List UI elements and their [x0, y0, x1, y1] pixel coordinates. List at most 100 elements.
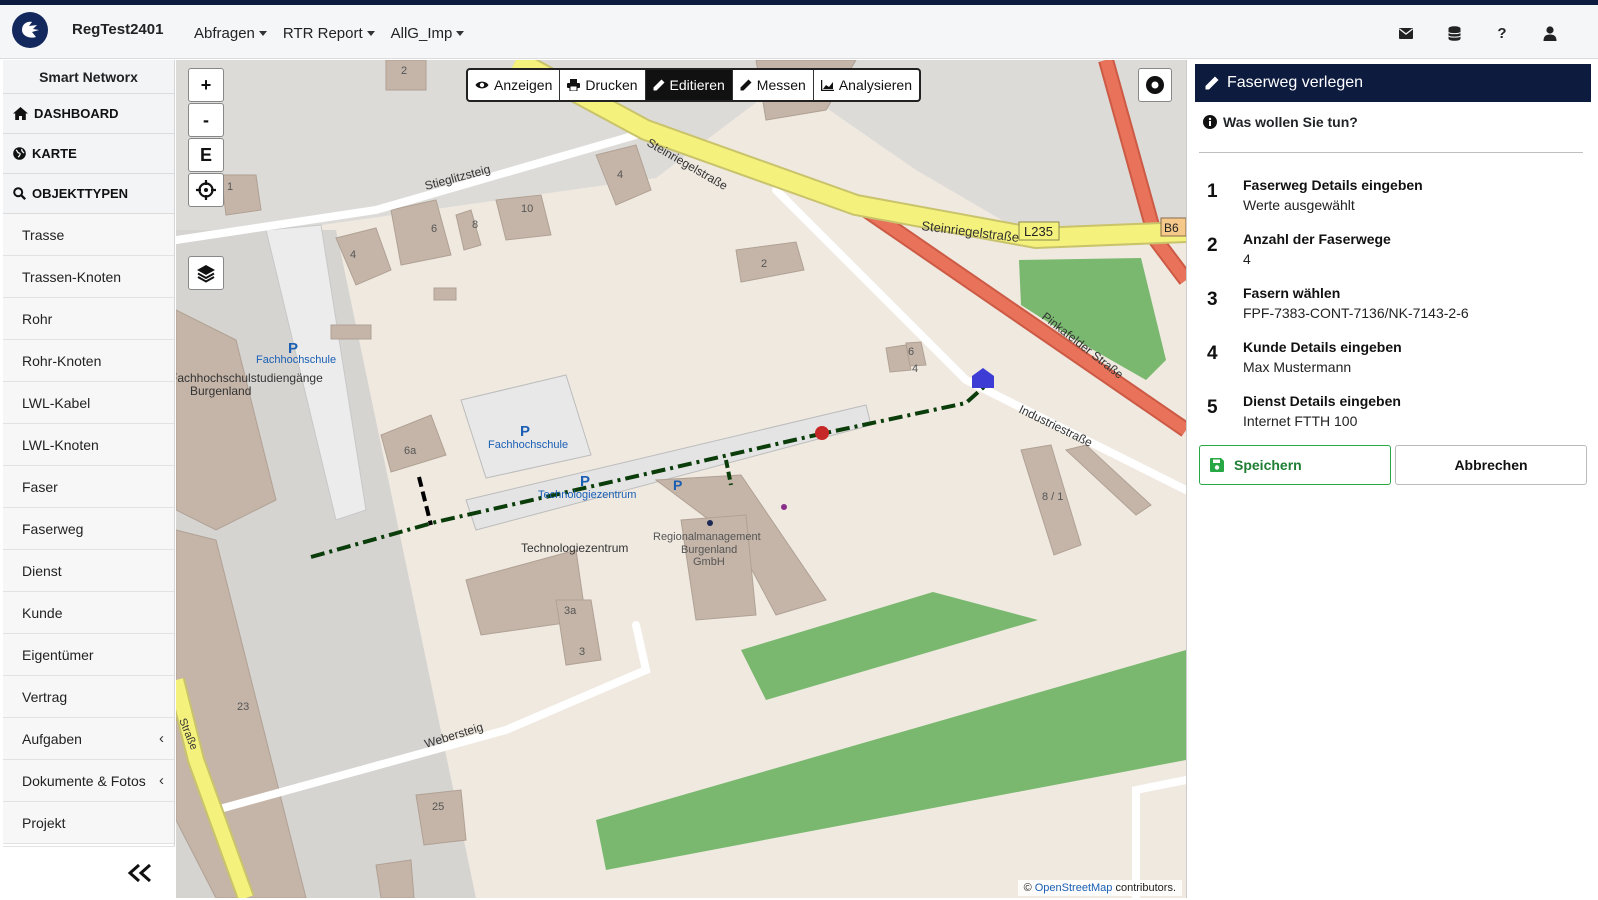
- sidebar-item-trassen-knoten[interactable]: Trassen-Knoten: [3, 256, 174, 298]
- sidebar-item-dashboard[interactable]: DASHBOARD: [3, 94, 174, 134]
- toolbar-drucken-button[interactable]: Drucken: [560, 70, 646, 100]
- map-canvas[interactable]: Steinriegelstraße Steinriegelstraße L235…: [176, 60, 1186, 898]
- sidebar-item-rohr[interactable]: Rohr: [3, 298, 174, 340]
- sidebar-item-kunde[interactable]: Kunde: [3, 592, 174, 634]
- sidebar-item-aufgaben[interactable]: Aufgaben ‹: [3, 718, 174, 760]
- step-value: Internet FTTH 100: [1243, 413, 1358, 429]
- record-location-button[interactable]: [1138, 68, 1172, 102]
- nav-abfragen[interactable]: Abfragen: [194, 25, 267, 42]
- customer-marker[interactable]: [815, 426, 829, 440]
- house-number: 4: [617, 169, 623, 181]
- zoom-in-button[interactable]: +: [188, 68, 224, 102]
- poi-marker: [707, 520, 713, 526]
- database-icon[interactable]: [1442, 23, 1466, 43]
- sidebar-item-lwl-kabel[interactable]: LWL-Kabel: [3, 382, 174, 424]
- sidebar-item-projekt[interactable]: Projekt: [3, 802, 174, 844]
- poi-marker: [781, 504, 787, 510]
- park: [596, 650, 1186, 870]
- extent-button[interactable]: E: [188, 138, 224, 172]
- step-number: 1: [1207, 181, 1218, 202]
- poi-label: Technologiezentrum: [538, 489, 636, 501]
- osm-link[interactable]: OpenStreetMap: [1035, 882, 1113, 894]
- attribution-prefix: ©: [1023, 882, 1032, 894]
- step-title: Fasern wählen: [1243, 285, 1341, 301]
- step-value: Werte ausgewählt: [1243, 197, 1355, 213]
- toolbar-anzeigen-button[interactable]: Anzeigen: [468, 70, 561, 100]
- sidebar-item-vertrag[interactable]: Vertrag: [3, 676, 174, 718]
- sidebar-collapse-button[interactable]: [3, 846, 175, 898]
- sidebar-item-lwl-knoten[interactable]: LWL-Knoten: [3, 424, 174, 466]
- panel-question: Was wollen Sie tun?: [1203, 114, 1358, 130]
- road-shield-label: B6: [1164, 221, 1179, 235]
- ruler-icon: [740, 79, 752, 91]
- toolbar-analysieren-button[interactable]: Analysieren: [814, 70, 919, 100]
- house-number: 6: [431, 223, 437, 235]
- app-header: RegTest2401 Abfragen RTR Report AllG_Imp…: [0, 5, 1598, 59]
- house-number: 10: [521, 203, 533, 215]
- house-number: 25: [432, 801, 444, 813]
- locate-me-button[interactable]: [188, 173, 224, 207]
- envelope-icon[interactable]: [1394, 23, 1418, 43]
- save-button[interactable]: Speichern: [1199, 445, 1391, 485]
- sidebar-item-label: OBJEKTTYPEN: [32, 186, 129, 201]
- toolbar-messen-button[interactable]: Messen: [733, 70, 814, 100]
- sidebar-item-label: Projekt: [22, 814, 66, 831]
- zoom-out-button[interactable]: -: [188, 103, 224, 137]
- house-number: 8 / 1: [1042, 491, 1063, 503]
- sidebar-item-label: Aufgaben: [22, 730, 82, 747]
- sidebar-item-label: Faserweg: [22, 520, 84, 537]
- sidebar-item-trasse[interactable]: Trasse: [3, 214, 174, 256]
- chevron-left-icon: ‹: [159, 730, 164, 747]
- app-title: RegTest2401: [72, 21, 164, 38]
- house-number: 2: [401, 65, 407, 77]
- step-title: Dienst Details eingeben: [1243, 393, 1401, 409]
- nav-allg-imp[interactable]: AllG_Imp: [391, 25, 465, 42]
- sidebar-item-label: Rohr: [22, 310, 53, 327]
- sidebar-item-karte[interactable]: KARTE: [3, 134, 174, 174]
- sidebar-item-eigentuemer[interactable]: Eigentümer: [3, 634, 174, 676]
- nav-label: Abfragen: [194, 25, 255, 42]
- house-number: 3a: [564, 605, 577, 617]
- sidebar-item-label: Dokumente & Fotos: [22, 772, 146, 789]
- parking-symbol: P: [580, 473, 590, 490]
- nav-rtr-report[interactable]: RTR Report: [283, 25, 375, 42]
- sidebar-item-faserweg[interactable]: Faserweg: [3, 508, 174, 550]
- poi-label: Fachhochschule: [488, 439, 568, 451]
- poi-label: Fachhochschulstudiengänge: [176, 371, 323, 385]
- sidebar-item-faser[interactable]: Faser: [3, 466, 174, 508]
- house-number: 2: [761, 258, 767, 270]
- step-number: 3: [1207, 289, 1218, 310]
- toolbar-editieren-button[interactable]: Editieren: [645, 70, 733, 100]
- app-logo[interactable]: [12, 12, 48, 48]
- cancel-button[interactable]: Abbrechen: [1395, 445, 1587, 485]
- sidebar-item-label: LWL-Knoten: [22, 436, 99, 453]
- globe-icon: [13, 147, 26, 160]
- caret-down-icon: [366, 31, 375, 36]
- sidebar-item-label: Rohr-Knoten: [22, 352, 102, 369]
- layers-button[interactable]: [188, 256, 224, 290]
- panel-header: Faserweg verlegen: [1195, 64, 1591, 102]
- header-icons: ?: [1394, 23, 1562, 43]
- help-icon[interactable]: ?: [1490, 23, 1514, 43]
- sidebar-item-dokumente-fotos[interactable]: Dokumente & Fotos ‹: [3, 760, 174, 802]
- house-number: 23: [237, 701, 249, 713]
- sidebar-item-rohr-knoten[interactable]: Rohr-Knoten: [3, 340, 174, 382]
- double-chevron-left-icon: [127, 863, 151, 882]
- map-view[interactable]: Steinriegelstraße Steinriegelstraße L235…: [176, 60, 1186, 898]
- user-icon[interactable]: [1538, 23, 1562, 43]
- sidebar-item-label: Trasse: [22, 226, 65, 243]
- poi-label: Technologiezentrum: [521, 541, 628, 555]
- road-shield-label: L235: [1024, 224, 1053, 239]
- target-icon: [1146, 76, 1164, 94]
- pop-marker[interactable]: [972, 368, 994, 388]
- sidebar-item-objekttypen[interactable]: OBJEKTTYPEN: [3, 174, 174, 214]
- step-title: Faserweg Details eingeben: [1243, 177, 1423, 193]
- layers-icon: [197, 265, 215, 283]
- step-number: 5: [1207, 397, 1218, 418]
- poi-label: Regionalmanagement: [653, 531, 761, 543]
- house-number: 6a: [404, 445, 417, 457]
- parking-symbol: P: [520, 423, 530, 440]
- cancel-label: Abbrechen: [1454, 457, 1528, 473]
- house-number: 6: [908, 346, 914, 358]
- sidebar-item-dienst[interactable]: Dienst: [3, 550, 174, 592]
